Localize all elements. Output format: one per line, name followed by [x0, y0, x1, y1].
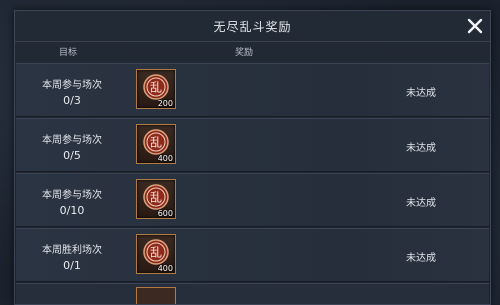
token-glyph: 乱: [150, 81, 162, 95]
goal-label: 本周参与场次: [42, 135, 102, 146]
goal-progress: 0/1: [63, 259, 81, 272]
reward-amount: 400: [157, 154, 173, 163]
token-glyph: 乱: [150, 246, 162, 260]
column-headers: 目标 奖励: [15, 41, 490, 62]
reward-item-partial[interactable]: [136, 287, 176, 304]
close-icon: [467, 18, 483, 34]
reward-amount: 600: [157, 209, 173, 218]
luan-token-icon: 乱: [143, 239, 169, 265]
luan-token-icon: 乱: [143, 184, 169, 210]
token-glyph: 乱: [150, 136, 162, 150]
reward-amount: 200: [157, 99, 173, 108]
goal-label: 本周胜利场次: [42, 245, 102, 256]
reward-row: 本周胜利场次 0/1 乱 400 未达成: [16, 228, 489, 282]
reward-row-partial: [16, 283, 489, 304]
token-glyph: 乱: [150, 191, 162, 205]
reward-amount: 400: [157, 264, 173, 273]
goal-label: 本周参与场次: [42, 190, 102, 201]
goal-label: 本周参与场次: [42, 80, 102, 91]
reward-row: 本周参与场次 0/3 乱 200 未达成: [16, 63, 489, 117]
dialog-title-bar: 无尽乱斗奖励: [15, 11, 490, 41]
status-label: 未达成: [406, 253, 436, 264]
close-button[interactable]: [465, 16, 485, 36]
reward-row: 本周参与场次 0/10 乱 600 未达成: [16, 173, 489, 227]
reward-item[interactable]: 乱 600: [136, 179, 176, 219]
status-label: 未达成: [406, 88, 436, 99]
reward-item[interactable]: 乱 400: [136, 124, 176, 164]
reward-row: 本周参与场次 0/5 乱 400 未达成: [16, 118, 489, 172]
column-header-goal: 目标: [59, 48, 78, 58]
goal-progress: 0/10: [59, 204, 85, 217]
status-label: 未达成: [406, 198, 436, 209]
goal-progress: 0/5: [63, 149, 81, 162]
reward-item[interactable]: 乱 200: [136, 69, 176, 109]
reward-list[interactable]: 本周参与场次 0/3 乱 200 未达成 本周参与场次 0/5 乱 400 未达…: [16, 63, 489, 304]
luan-token-icon: 乱: [143, 129, 169, 155]
reward-item[interactable]: 乱 400: [136, 234, 176, 274]
dialog-title: 无尽乱斗奖励: [213, 19, 292, 34]
luan-token-icon: 乱: [143, 74, 169, 100]
status-label: 未达成: [406, 143, 436, 154]
goal-progress: 0/3: [63, 94, 81, 107]
rewards-dialog: 无尽乱斗奖励 目标 奖励 本周参与场次 0/3 乱 200 未达成 本周参与场次: [14, 10, 491, 305]
column-header-reward: 奖励: [235, 48, 254, 58]
